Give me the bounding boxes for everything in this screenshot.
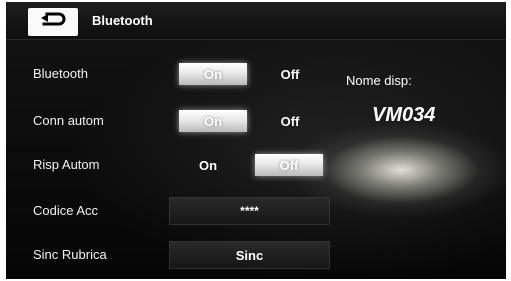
sinc-button[interactable]: Sinc (169, 241, 330, 269)
conn-autom-label: Conn autom (33, 113, 104, 128)
device-name-value: VM034 (372, 104, 436, 126)
device-name-label: Nome disp: (346, 73, 412, 88)
conn-autom-on-toggle[interactable]: On (179, 110, 247, 132)
bluetooth-settings-screen: Bluetooth Bluetooth On Off Conn autom On… (6, 2, 506, 279)
codice-acc-field[interactable]: **** (169, 197, 330, 225)
sinc-rubrica-label: Sinc Rubrica (33, 247, 107, 262)
codice-acc-label: Codice Acc (33, 203, 99, 218)
conn-autom-off-toggle[interactable]: Off (256, 110, 324, 132)
risp-autom-label: Risp Autom (33, 157, 100, 172)
return-arrow-icon (38, 11, 68, 34)
bluetooth-off-toggle[interactable]: Off (256, 63, 324, 85)
screen-background (6, 2, 506, 279)
bluetooth-label: Bluetooth (33, 66, 88, 81)
bluetooth-on-toggle[interactable]: On (179, 63, 247, 85)
page-title: Bluetooth (92, 13, 153, 28)
risp-autom-on-toggle[interactable]: On (174, 154, 242, 176)
back-button[interactable] (28, 8, 78, 36)
header-bar: Bluetooth (6, 2, 506, 40)
risp-autom-off-toggle[interactable]: Off (255, 154, 323, 176)
